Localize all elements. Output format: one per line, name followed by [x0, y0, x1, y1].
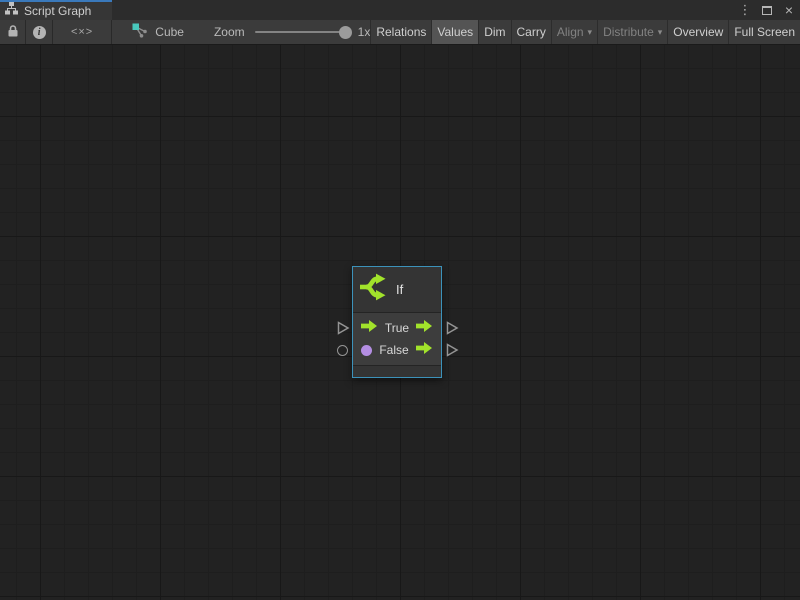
- node-title: If: [396, 282, 403, 297]
- zoom-label: Zoom: [214, 25, 245, 39]
- window-menu-icon[interactable]: ⋮: [736, 1, 754, 19]
- info-icon: i: [33, 26, 46, 39]
- true-output-connector[interactable]: [446, 321, 459, 340]
- values-button[interactable]: Values: [431, 20, 478, 44]
- value-input-port-icon[interactable]: [361, 345, 372, 356]
- close-icon[interactable]: ×: [780, 1, 798, 19]
- port-row-true: True: [353, 317, 441, 339]
- value-input-connector[interactable]: [337, 345, 348, 356]
- overview-button[interactable]: Overview: [667, 20, 728, 44]
- lock-button[interactable]: [0, 20, 26, 44]
- if-node-header[interactable]: If: [353, 267, 441, 312]
- port-row-false: False: [353, 339, 441, 361]
- distribute-label: Distribute: [603, 25, 654, 39]
- flow-output-port-icon-true[interactable]: [416, 319, 433, 338]
- angle-brackets-button[interactable]: <×>: [53, 20, 112, 44]
- script-graph-asset-icon: [132, 23, 148, 41]
- full-screen-button[interactable]: Full Screen: [728, 20, 800, 44]
- dim-label: Dim: [484, 25, 505, 39]
- graph-name-label: Cube: [155, 25, 184, 39]
- port-label-true: True: [385, 321, 409, 335]
- graph-window-icon: [5, 2, 18, 20]
- values-label: Values: [437, 25, 473, 39]
- port-label-false: False: [379, 343, 408, 357]
- maximize-icon[interactable]: [758, 1, 776, 19]
- distribute-button[interactable]: Distribute ▾: [597, 20, 667, 44]
- breadcrumb-graph[interactable]: Cube: [132, 20, 184, 44]
- if-node[interactable]: If True False: [352, 266, 442, 378]
- align-label: Align: [557, 25, 584, 39]
- false-output-connector[interactable]: [446, 343, 459, 362]
- flow-output-port-icon-false[interactable]: [416, 341, 433, 360]
- branch-icon: [360, 272, 387, 307]
- overview-label: Overview: [673, 25, 723, 39]
- carry-label: Carry: [517, 25, 546, 39]
- graph-canvas[interactable]: If True False: [0, 45, 800, 600]
- dropdown-arrow-icon: ▾: [658, 27, 663, 38]
- zoom-slider-handle[interactable]: [339, 26, 352, 39]
- relations-label: Relations: [376, 25, 426, 39]
- flow-input-connector[interactable]: [337, 321, 350, 340]
- info-button[interactable]: i: [26, 20, 52, 44]
- lock-icon: [7, 24, 19, 41]
- full-screen-label: Full Screen: [734, 25, 795, 39]
- zoom-value: 1x: [358, 25, 371, 39]
- tab-title: Script Graph: [24, 4, 91, 18]
- zoom-control: Zoom 1x: [214, 20, 370, 44]
- node-footer: [353, 365, 441, 377]
- node-ports: True False: [353, 312, 441, 363]
- dropdown-arrow-icon: ▾: [588, 27, 593, 38]
- tab-script-graph[interactable]: Script Graph: [0, 0, 112, 20]
- align-button[interactable]: Align ▾: [551, 20, 597, 44]
- relations-button[interactable]: Relations: [370, 20, 431, 44]
- graph-toolbar: i <×> Cube Zoom 1x Relations Values: [0, 20, 800, 45]
- zoom-slider[interactable]: [255, 31, 350, 33]
- dim-button[interactable]: Dim: [478, 20, 510, 44]
- carry-button[interactable]: Carry: [511, 20, 551, 44]
- flow-input-port-icon[interactable]: [361, 319, 378, 338]
- toolbar-buttons: Relations Values Dim Carry Align ▾ Distr…: [370, 20, 800, 44]
- angle-brackets-icon: <×>: [71, 26, 93, 38]
- titlebar: Script Graph ⋮ ×: [0, 0, 800, 20]
